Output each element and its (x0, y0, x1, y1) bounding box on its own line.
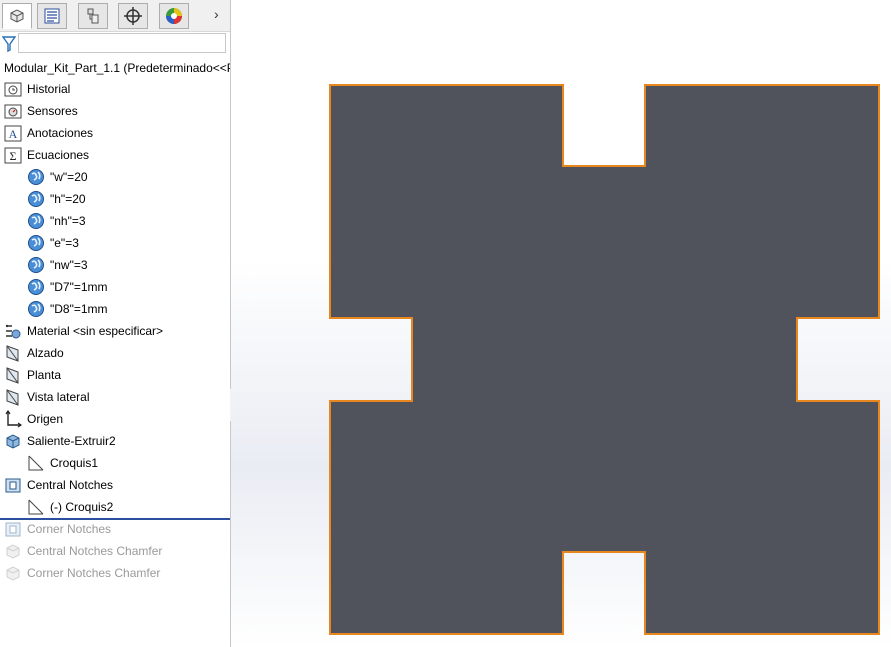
tree-item-label: "nh"=3 (50, 214, 86, 228)
global-variable-icon (27, 234, 45, 252)
tree-item-label: "D8"=1mm (50, 302, 108, 316)
tree-item[interactable]: "D8"=1mm (27, 299, 108, 319)
tree-item[interactable]: "e"=3 (27, 233, 79, 253)
svg-text:A: A (9, 127, 18, 141)
tree-item-label: Ecuaciones (27, 148, 90, 162)
plane-icon (4, 366, 22, 384)
global-variable-icon (27, 168, 45, 186)
graphics-viewport[interactable] (231, 0, 891, 647)
manager-tabs: › (0, 0, 230, 32)
global-variable-icon (27, 190, 45, 208)
rollback-bar[interactable] (0, 518, 230, 520)
tree-item[interactable]: Planta (4, 365, 61, 385)
tree-item-label: "nw"=3 (50, 258, 88, 272)
tab-featuremanager[interactable] (2, 3, 32, 29)
tree-item[interactable]: (-) Croquis2 (27, 497, 113, 517)
tabs-more-arrow[interactable]: › (214, 6, 219, 22)
tree-item[interactable]: Central Notches (4, 475, 113, 495)
boss-extrude-icon (4, 432, 22, 450)
tree-item-label: Historial (27, 82, 71, 96)
global-variable-icon (27, 256, 45, 274)
tree-item-label: Corner Notches (27, 522, 112, 536)
propertymanager-tab-icon (44, 8, 60, 24)
dimxpert-tab-icon (124, 7, 142, 25)
tree-item-label: Central Notches Chamfer (27, 544, 163, 558)
sketch-icon (27, 498, 45, 516)
tree-item-label: Planta (27, 368, 62, 382)
tab-dimxpert[interactable] (118, 3, 148, 29)
featuremanager-tab-icon (10, 9, 24, 23)
tree-item-label: Central Notches (27, 478, 114, 492)
tree-item[interactable]: Vista lateral (4, 387, 89, 407)
tree-item-label: Sensores (27, 104, 78, 118)
tree-item[interactable]: Σ Ecuaciones (4, 145, 89, 165)
configurationmanager-tab-icon (87, 8, 99, 24)
tree-item-label: Material <sin especificar> (27, 324, 164, 338)
tree-item[interactable]: Corner Notches Chamfer (4, 563, 160, 583)
tree-item-label: "w"=20 (50, 170, 88, 184)
tree-item-label: Vista lateral (27, 390, 90, 404)
tree-item[interactable]: Sensores (4, 101, 78, 121)
tree-item[interactable]: Material <sin especificar> (4, 321, 163, 341)
plane-icon (4, 344, 22, 362)
tree-item[interactable]: Saliente-Extruir2 (4, 431, 116, 451)
tree-item-label: "h"=20 (50, 192, 86, 206)
tree-item-label: Croquis1 (50, 456, 99, 470)
annotations-folder-icon: A (4, 124, 22, 142)
chamfer-icon (4, 542, 22, 560)
tree-item-label: (-) Croquis2 (50, 500, 114, 514)
featuremanager-panel: › Modular_Kit_Part_1.1 (Predeterminado<<… (0, 0, 231, 647)
tree-item[interactable]: Origen (4, 409, 63, 429)
plane-icon (4, 388, 22, 406)
tab-propertymanager[interactable] (37, 3, 67, 29)
tree-item-label: Alzado (27, 346, 64, 360)
tree-item[interactable]: Croquis1 (27, 453, 98, 473)
tab-display-manager[interactable] (159, 3, 189, 29)
part-face (329, 84, 880, 635)
filter-icon[interactable] (2, 36, 16, 52)
tab-configurationmanager[interactable] (78, 3, 108, 29)
cut-extrude-icon (4, 476, 22, 494)
tree-item[interactable]: Central Notches Chamfer (4, 541, 162, 561)
origin-icon (4, 410, 22, 428)
part-model[interactable] (231, 0, 891, 647)
tree-item-label: "D7"=1mm (50, 280, 108, 294)
tree-root-part[interactable]: Modular_Kit_Part_1.1 (Predeterminado<<P (4, 61, 230, 75)
tree-item[interactable]: Alzado (4, 343, 64, 363)
tree-item-label: Saliente-Extruir2 (27, 434, 116, 448)
global-variable-icon (27, 212, 45, 230)
tree-item-label: Anotaciones (27, 126, 94, 140)
tree-filter-input[interactable] (18, 33, 226, 53)
svg-text:Σ: Σ (10, 149, 17, 163)
tree-item-label: Origen (27, 412, 64, 426)
tree-item[interactable]: "nw"=3 (27, 255, 88, 275)
sketch-icon (27, 454, 45, 472)
tree-item[interactable]: "w"=20 (27, 167, 88, 187)
equations-folder-icon: Σ (4, 146, 22, 164)
tree-item[interactable]: "h"=20 (27, 189, 86, 209)
global-variable-icon (27, 300, 45, 318)
tree-item-label: "e"=3 (50, 236, 79, 250)
tree-item[interactable]: "D7"=1mm (27, 277, 108, 297)
tree-item-label: Corner Notches Chamfer (27, 566, 161, 580)
chamfer-icon (4, 564, 22, 582)
history-folder-icon (4, 80, 22, 98)
display-manager-tab-icon (166, 8, 182, 24)
global-variable-icon (27, 278, 45, 296)
filter-bar (0, 33, 230, 55)
material-icon (4, 322, 22, 340)
tree-item[interactable]: Historial (4, 79, 70, 99)
tree-item[interactable]: A Anotaciones (4, 123, 93, 143)
tree-item[interactable]: "nh"=3 (27, 211, 86, 231)
sensors-folder-icon (4, 102, 22, 120)
cut-extrude-icon (4, 520, 22, 538)
tree-item[interactable]: Corner Notches (4, 519, 111, 539)
